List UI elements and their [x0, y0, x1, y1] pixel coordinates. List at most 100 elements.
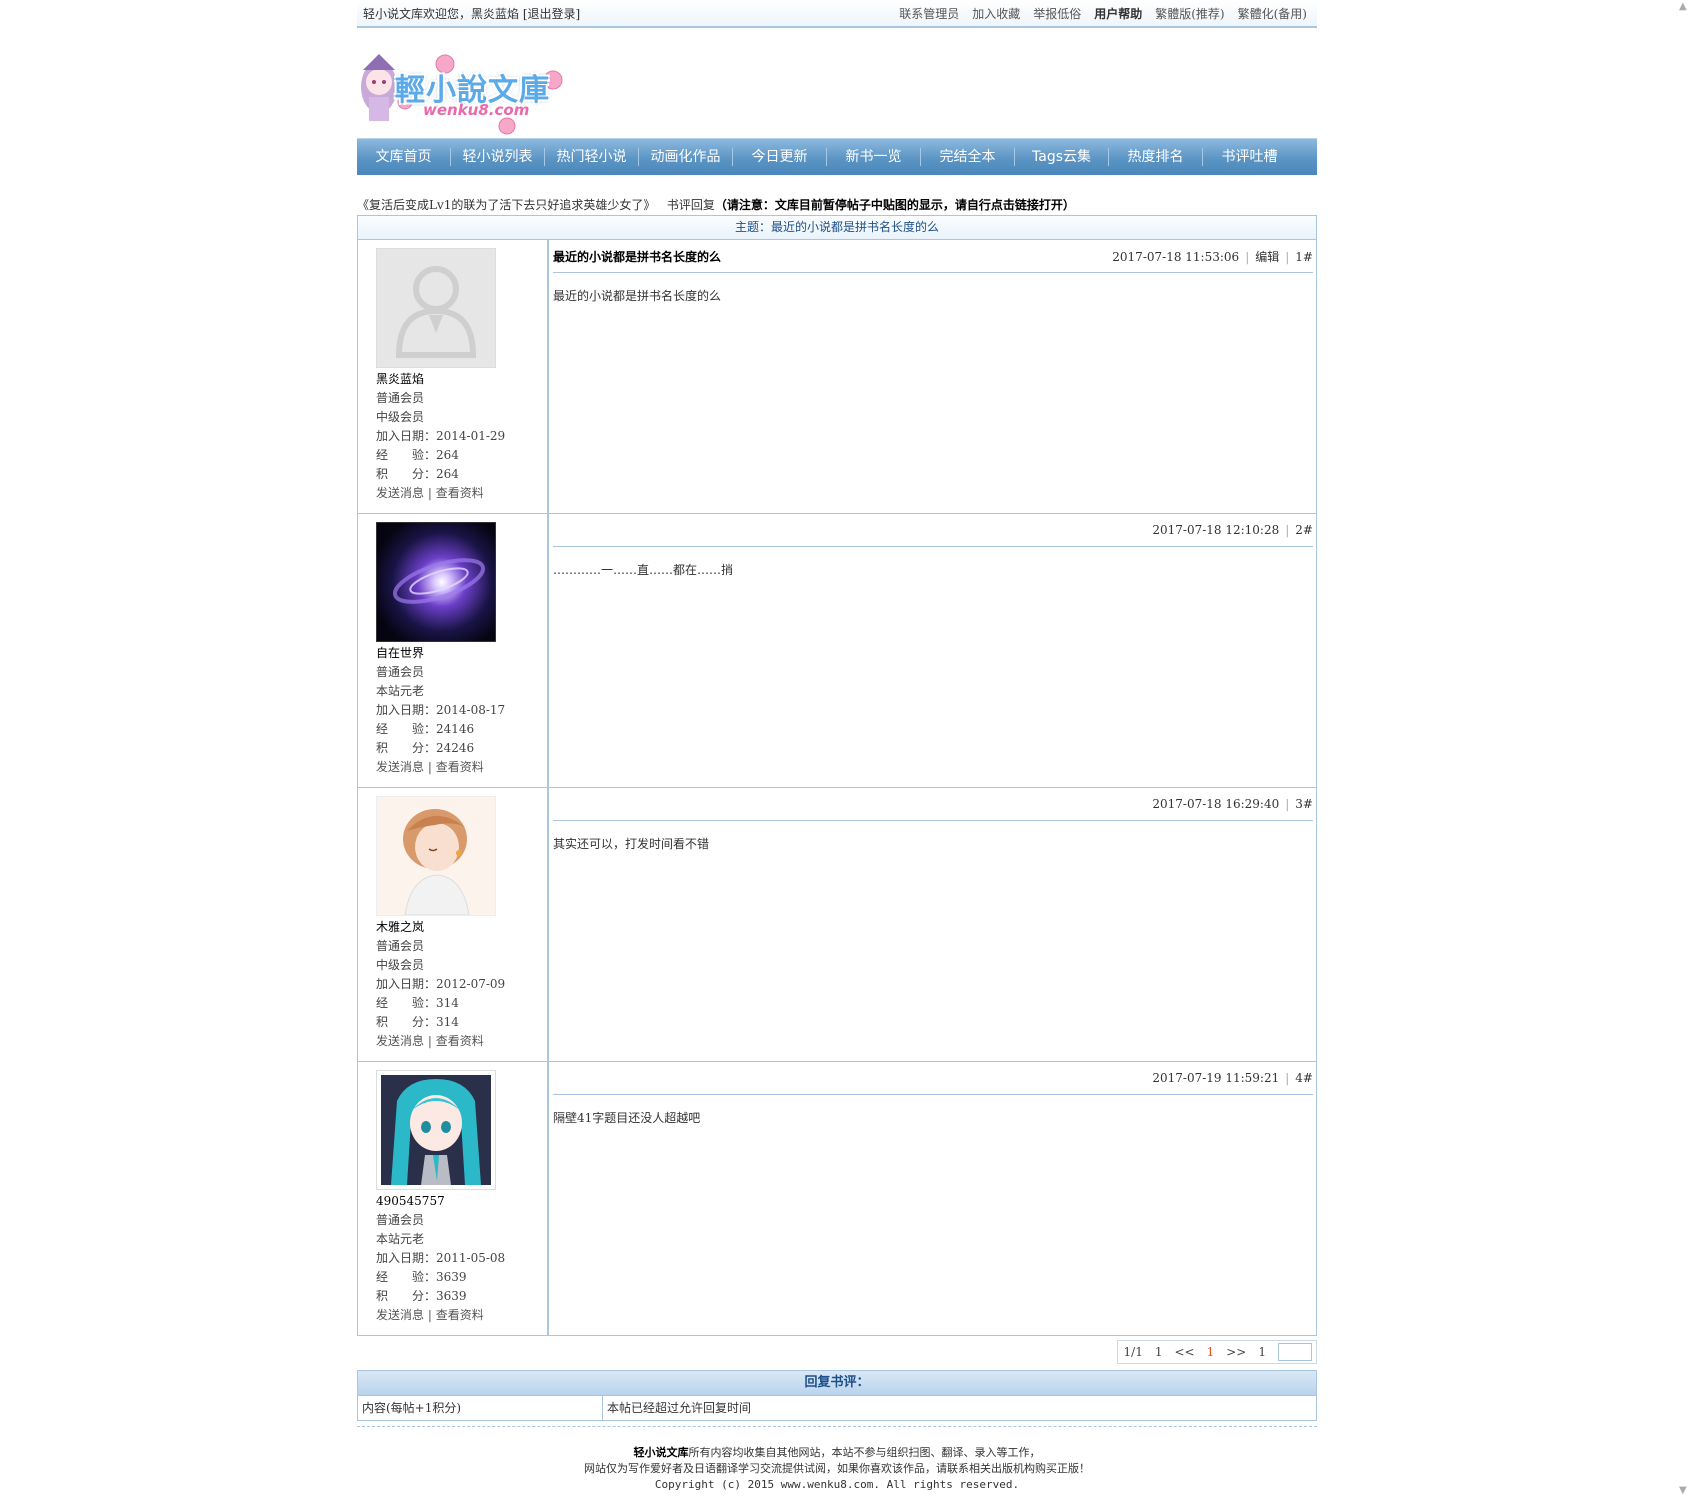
pagination: 1/1 1 << 1 >> 1	[357, 1340, 1317, 1364]
author-score: 积 分：3639	[376, 1289, 467, 1303]
reply-row: 内容(每帖+1积分) 本帖已经超过允许回复时间	[357, 1396, 1317, 1421]
nav-novel-list[interactable]: 轻小说列表	[451, 148, 545, 166]
author-rank: 普通会员	[376, 1213, 425, 1227]
nav-anime-works[interactable]: 动画化作品	[639, 148, 733, 166]
current-page: 1	[1206, 1345, 1215, 1359]
nav-home[interactable]: 文库首页	[357, 148, 451, 166]
author-rank: 普通会员	[376, 391, 425, 405]
footer: 轻小说文库所有内容均收集自其他网站，本站不参与组织扫图、翻译、录入等工作， 网站…	[357, 1445, 1317, 1493]
author-name[interactable]: 木雅之岚	[376, 918, 547, 937]
post-content: 其实还可以，打发时间看不错	[553, 837, 710, 851]
avatar[interactable]	[376, 522, 496, 642]
author-actions: 发送消息 | 查看资料	[376, 760, 484, 774]
scroll-up-icon[interactable]: ▲	[1679, 1, 1688, 12]
view-profile-link[interactable]: 查看资料	[436, 1308, 484, 1322]
page-jump-input[interactable]	[1278, 1343, 1312, 1361]
breadcrumb-book-link[interactable]: 《复活后变成Lv1的联为了活下去只好追求英雄少女了》	[357, 198, 655, 212]
author-name[interactable]: 490545757	[376, 1192, 547, 1211]
topic-title: 主题：最近的小说都是拼书名长度的么	[357, 215, 1317, 240]
post-time: 2017-07-18 11:53:06	[1112, 249, 1240, 264]
add-favorite-link[interactable]: 加入收藏	[972, 5, 1020, 22]
footer-copyright: Copyright (c) 2015 www.wenku8.com. All r…	[654, 1478, 1020, 1491]
logo-subtitle: wenku8.com	[423, 101, 530, 119]
view-profile-link[interactable]: 查看资料	[436, 1034, 484, 1048]
author-join-date: 加入日期：2014-08-17	[376, 703, 506, 717]
avatar[interactable]	[376, 1070, 496, 1190]
author-level: 本站元老	[376, 1232, 425, 1246]
author-actions: 发送消息 | 查看资料	[376, 1034, 484, 1048]
edit-link[interactable]: 编辑	[1255, 250, 1279, 264]
view-profile-link[interactable]: 查看资料	[436, 760, 484, 774]
floor-number: 3#	[1295, 797, 1313, 811]
logout-link[interactable]: [退出登录]	[523, 7, 580, 21]
nav-ranking[interactable]: 热度排名	[1109, 148, 1203, 166]
breadcrumb: 《复活后变成Lv1的联为了活下去只好追求英雄少女了》 书评回复（请注意：文库目前…	[357, 195, 1317, 215]
floor-number: 1#	[1295, 249, 1313, 264]
top-links: 联系管理员 加入收藏 举报低俗 用户帮助 繁體版(推荐) 繁體化(备用)	[886, 5, 1317, 22]
top-bar: 轻小说文库欢迎您，黑炎蓝焰 [退出登录] 联系管理员 加入收藏 举报低俗 用户帮…	[357, 0, 1317, 28]
contact-admin-link[interactable]: 联系管理员	[899, 5, 959, 22]
send-message-link[interactable]: 发送消息	[376, 486, 424, 500]
post-author-panel: 490545757 普通会员 本站元老 加入日期：2011-05-08 经 验：…	[358, 1062, 549, 1335]
first-page-link[interactable]: 1	[1149, 1345, 1169, 1359]
reply-content-label: 内容(每帖+1积分)	[358, 1396, 603, 1420]
author-score: 积 分：264	[376, 467, 459, 481]
post-main: 2017-07-18 12:10:28 | 2# …………一……直……都在……捎	[549, 514, 1316, 787]
author-experience: 经 验：24146	[376, 722, 475, 736]
post: 黑炎蓝焰 普通会员 中级会员 加入日期：2014-01-29 经 验：264 积…	[357, 240, 1317, 514]
user-help-link[interactable]: 用户帮助	[1094, 5, 1142, 22]
reply-status: 本帖已经超过允许回复时间	[607, 1401, 752, 1415]
breadcrumb-notice: （请注意：文库目前暂停帖子中贴图的显示，请自行点击链接打开）	[714, 198, 1075, 212]
next-page-link[interactable]: >>	[1220, 1345, 1252, 1359]
author-rank: 普通会员	[376, 939, 425, 953]
scrollbar[interactable]: ▲ ▼	[1675, 0, 1692, 1502]
floor-number: 4#	[1295, 1071, 1313, 1085]
default-avatar-icon	[377, 249, 495, 367]
welcome-area: 轻小说文库欢迎您，黑炎蓝焰 [退出登录]	[357, 5, 580, 22]
post: 木雅之岚 普通会员 中级会员 加入日期：2012-07-09 经 验：314 积…	[357, 788, 1317, 1062]
post-time: 2017-07-18 16:29:40	[1152, 797, 1280, 811]
author-level: 中级会员	[376, 958, 425, 972]
author-actions: 发送消息 | 查看资料	[376, 1308, 484, 1322]
post-time: 2017-07-18 12:10:28	[1152, 523, 1280, 537]
post-content: 隔壁41字题目还没人超越吧	[553, 1111, 701, 1125]
post-author-panel: 黑炎蓝焰 普通会员 中级会员 加入日期：2014-01-29 经 验：264 积…	[358, 240, 549, 513]
site-header: 輕小說文庫 wenku8.com	[357, 28, 1317, 138]
nav-completed[interactable]: 完结全本	[921, 148, 1015, 166]
nav-tags[interactable]: Tags云集	[1015, 148, 1109, 166]
page-count: 1/1	[1123, 1345, 1143, 1359]
footer-line1: 所有内容均收集自其他网站，本站不参与组织扫图、翻译、录入等工作，	[688, 1446, 1041, 1459]
scroll-down-icon[interactable]: ▼	[1679, 1485, 1688, 1496]
author-score: 积 分：314	[376, 1015, 459, 1029]
avatar[interactable]	[376, 796, 496, 916]
prev-page-link[interactable]: <<	[1169, 1345, 1201, 1359]
nav-hot-novels[interactable]: 热门轻小说	[545, 148, 639, 166]
post-header: 2017-07-18 16:29:40 | 3#	[553, 788, 1313, 821]
nav-today-updates[interactable]: 今日更新	[733, 148, 827, 166]
post: 自在世界 普通会员 本站元老 加入日期：2014-08-17 经 验：24146…	[357, 514, 1317, 788]
send-message-link[interactable]: 发送消息	[376, 760, 424, 774]
nav-reviews[interactable]: 书评吐槽	[1203, 148, 1296, 166]
view-profile-link[interactable]: 查看资料	[436, 486, 484, 500]
send-message-link[interactable]: 发送消息	[376, 1034, 424, 1048]
report-link[interactable]: 举报低俗	[1033, 5, 1081, 22]
post: 490545757 普通会员 本站元老 加入日期：2011-05-08 经 验：…	[357, 1062, 1317, 1336]
post-meta: 2017-07-19 11:59:21 | 4#	[1152, 1071, 1313, 1085]
author-experience: 经 验：3639	[376, 1270, 467, 1284]
send-message-link[interactable]: 发送消息	[376, 1308, 424, 1322]
author-name[interactable]: 自在世界	[376, 644, 547, 663]
galaxy-avatar-image	[377, 523, 495, 641]
avatar[interactable]	[376, 248, 496, 368]
author-join-date: 加入日期：2014-01-29	[376, 429, 506, 443]
nav-new-books[interactable]: 新书一览	[827, 148, 921, 166]
traditional-recommended-link[interactable]: 繁體版(推荐)	[1155, 5, 1224, 22]
post-author-panel: 木雅之岚 普通会员 中级会员 加入日期：2012-07-09 经 验：314 积…	[358, 788, 549, 1061]
last-page-link[interactable]: 1	[1252, 1345, 1272, 1359]
post-content: …………一……直……都在……捎	[553, 563, 734, 577]
traditional-backup-link[interactable]: 繁體化(备用)	[1238, 5, 1307, 22]
post-meta: 2017-07-18 11:53:06 | 编辑 | 1#	[1112, 249, 1313, 264]
pagination-box: 1/1 1 << 1 >> 1	[1116, 1340, 1317, 1364]
author-experience: 经 验：314	[376, 996, 459, 1010]
author-name[interactable]: 黑炎蓝焰	[376, 370, 547, 389]
author-score: 积 分：24246	[376, 741, 475, 755]
